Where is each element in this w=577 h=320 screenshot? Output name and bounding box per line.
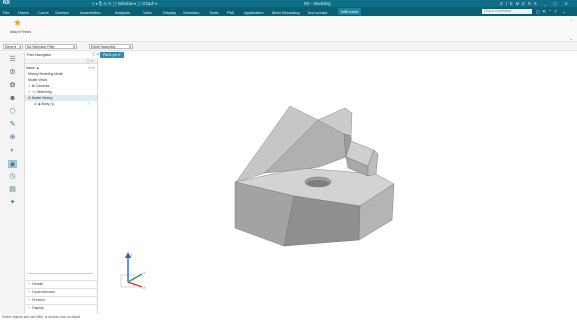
expand-icon[interactable]: + [28, 306, 30, 310]
menu-item-tools[interactable]: Tools [209, 10, 218, 15]
model-canvas[interactable]: Z Y X [98, 58, 577, 314]
command-search-input[interactable]: Find a Command [482, 9, 532, 14]
star-icon[interactable]: ★ [13, 18, 22, 29]
menu-item-curve[interactable]: Curve [38, 10, 49, 15]
section-label: Dependencies [32, 290, 56, 294]
section-display[interactable]: + Display [25, 304, 97, 312]
expand-icon[interactable]: + [28, 290, 30, 294]
section-label: Preview [32, 298, 45, 302]
triad-y-label: Y [143, 271, 146, 275]
menu-item-pmi[interactable]: PMI [227, 10, 234, 15]
status-bar: Select objects and use MB3, or double-cl… [0, 314, 577, 320]
resource-bar: ☰ ⚙ ✿ ☻ ⬡ ✎ ⊕ ◐ ▣ ◷ ▤ ✦ [0, 52, 25, 320]
ribbon: ★ Attach Pinned ⌃ ⌄ [0, 16, 577, 42]
sketch-icon[interactable]: ✎ [8, 121, 17, 129]
scope-dropdown[interactable]: Entire Assembly [89, 43, 133, 50]
menu-item-mold-wizarding[interactable]: Mold Wizarding [272, 10, 300, 15]
toolbar-icon-1[interactable]: ⟲ [542, 9, 546, 15]
toolbar-icon-0[interactable]: ◻ [536, 9, 540, 15]
panel-divider[interactable] [27, 273, 93, 274]
menu-item-view[interactable]: View [143, 10, 152, 15]
part-navigator-title: Part Navigator [27, 52, 52, 57]
expand-icon[interactable]: + [28, 298, 30, 302]
menu-item-application[interactable]: Application [244, 10, 264, 15]
display-icon[interactable]: ◐ [8, 147, 17, 155]
menu-item-assemblies[interactable]: Assemblies [80, 10, 100, 15]
toolbar-icon-2[interactable]: ⌃ [548, 9, 552, 15]
expand-icon[interactable]: + [28, 282, 30, 286]
hole-inner [307, 180, 329, 187]
toolbar-icon-4[interactable]: ⌄ [562, 9, 566, 15]
section-details[interactable]: + Details [25, 280, 97, 288]
solid-body[interactable] [234, 105, 395, 247]
part-navigator-panel: ▢ ✕ Name ▲ ⟳ ▾ History Modeling Mode Model … [25, 58, 98, 316]
ribbon-collapse-icon[interactable]: ⌃ [570, 19, 573, 24]
window-controls[interactable]: SIEMENS _ ▢ ✕ [500, 1, 571, 6]
quick-access-toolbar[interactable]: ≡ ▾ ⎘ ◎ ↻ ▢ Window ▾ ▢ Graph ▾ [92, 1, 157, 6]
menu-item-home[interactable]: Home [18, 10, 29, 15]
window-title: NX - Modeling [304, 1, 331, 6]
ribbon-more-icon[interactable]: ⌄ [570, 36, 573, 41]
menu-dropdown[interactable]: Menu ▾ [3, 43, 23, 50]
tree-node-label: History Modeling Mode [28, 72, 63, 76]
toolbar-icon-3[interactable]: ? [554, 9, 557, 14]
menu-item-file[interactable]: File [3, 10, 9, 15]
menu-item-selection[interactable]: Selection [183, 10, 199, 15]
part-navigator-header: ▢ ✕ [25, 58, 97, 64]
menu-item-display[interactable]: Display [163, 10, 176, 15]
section-label: Details [32, 282, 44, 286]
table-icon[interactable]: ▤ [8, 186, 17, 194]
up-to-date-check-icon: ✓ [87, 102, 90, 106]
tree-node-label: ☑ ◈ Body (1) [34, 102, 55, 106]
settings-icon[interactable]: ⚙ [8, 69, 17, 77]
tree-node-label: ✓ ⊕ Cameras [28, 84, 50, 88]
triad-z-label: Z [130, 254, 133, 258]
section-label: Display [32, 306, 44, 310]
tree-node-label: Model Views [28, 78, 48, 82]
tree-node-label: Name ▲ [26, 66, 40, 70]
tree-node-label: ✓ ⌥ Sketching [28, 90, 52, 94]
title-bar: NX ≡ ▾ ⎘ ◎ ↻ ▢ Window ▾ ▢ Graph ▾ NX - M… [0, 0, 577, 7]
view-triad[interactable]: Z Y X [120, 252, 146, 290]
menu-bar: Find a Command File Home Curve Surface Assem… [0, 7, 577, 16]
reuse-icon[interactable]: ✦ [8, 199, 17, 207]
panel-controls[interactable]: ▢ ✕ [92, 52, 99, 56]
navigator-sections: + Details + Dependencies + Preview + Display [25, 280, 97, 312]
section-preview[interactable]: + Preview [25, 296, 97, 304]
history-icon[interactable]: ☰ [8, 56, 17, 64]
tree-node[interactable]: ☑ ◈ Body (1) ✓ [25, 101, 97, 107]
role-icon[interactable]: ☻ [8, 95, 17, 103]
type-filter-dropdown[interactable]: No Selection Filter [25, 43, 77, 50]
nx-logo: NX [3, 0, 10, 6]
selection-bar: Menu ▾ No Selection Filter Entire Assemb… [0, 42, 577, 51]
menu-item-surface[interactable]: Surface [55, 10, 69, 15]
navigator-icon[interactable]: ▣ [8, 160, 17, 168]
ribbon-favorite-label: Attach Pinned [10, 30, 32, 34]
section-dependencies[interactable]: + Dependencies [25, 288, 97, 296]
menu-item-analysis[interactable]: Analysis [115, 10, 130, 15]
triad-x-label: X [143, 286, 146, 290]
menu-item-tool-wordst[interactable]: Tool wordst [307, 10, 327, 15]
part-navigator-tree: Name ▲ ⟳ ▾ History Modeling Mode Model View… [25, 65, 97, 107]
clock-icon[interactable]: ◷ [8, 173, 17, 181]
panel-header-icons[interactable]: ▢ ✕ [87, 58, 94, 64]
graphics-viewport[interactable]: Z Y X [98, 58, 577, 314]
tree-node-label: ⊖ Model History [28, 96, 53, 100]
menu-item-infill-extra[interactable]: Infill extra [338, 8, 362, 15]
web-icon[interactable]: ⊕ [8, 134, 17, 142]
triad-x-axis [127, 281, 143, 288]
part-icon[interactable]: ⬡ [8, 108, 17, 116]
palette-icon[interactable]: ✿ [8, 82, 17, 90]
